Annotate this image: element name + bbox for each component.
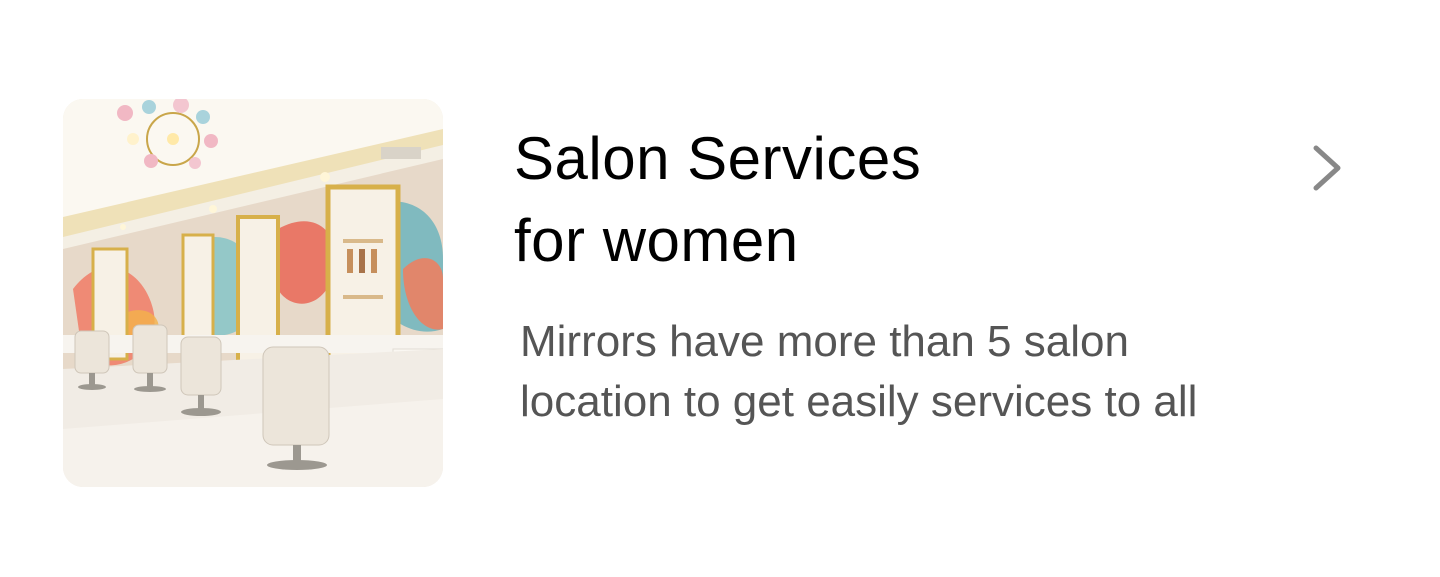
card-title: Salon Services for women	[514, 118, 1214, 282]
chevron-right-icon[interactable]	[1306, 144, 1346, 192]
card-title-line-1: Salon Services	[514, 125, 922, 192]
salon-services-card[interactable]: Salon Services for women Mirrors have mo…	[0, 0, 1440, 577]
salon-image	[63, 99, 443, 487]
card-description-line-1: Mirrors have more than 5 salon	[520, 317, 1129, 366]
card-description-line-2: location to get easily services to all	[520, 377, 1198, 426]
card-title-line-2: for women	[514, 207, 799, 274]
card-description: Mirrors have more than 5 salon location …	[520, 312, 1380, 432]
